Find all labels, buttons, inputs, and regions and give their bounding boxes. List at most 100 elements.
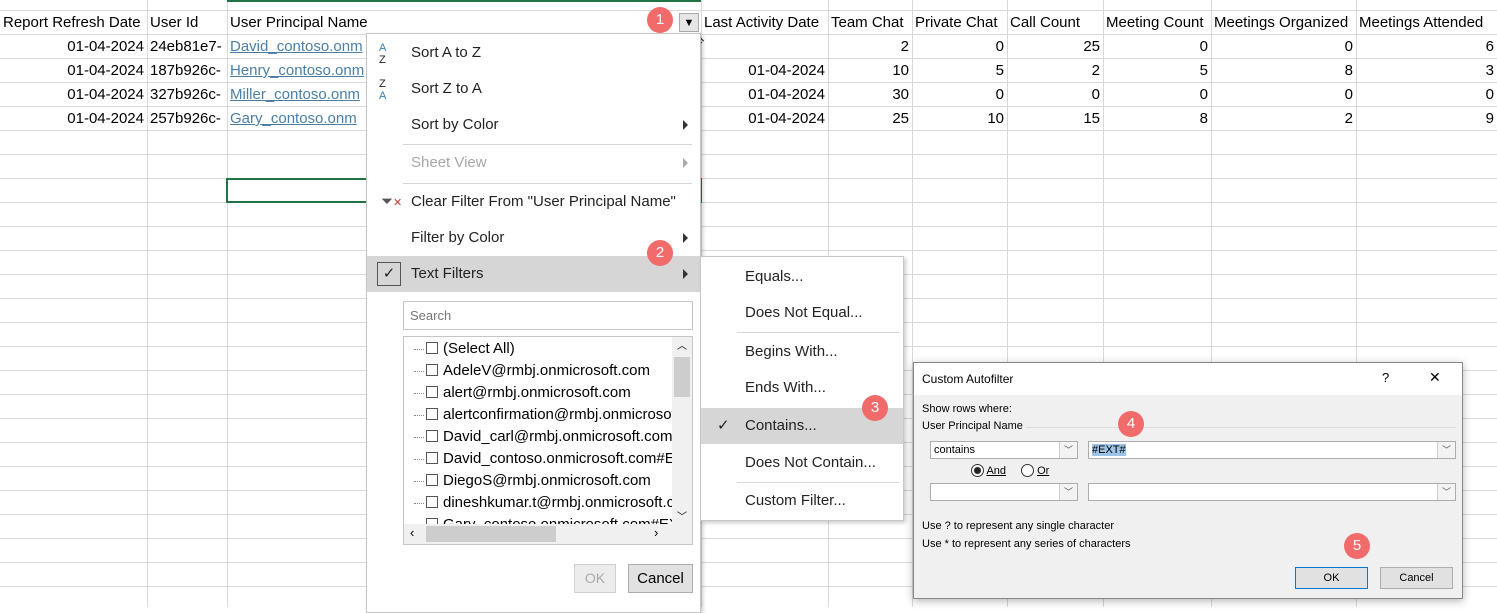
table-cell: 2 [1091,62,1100,79]
checkmark-icon: ✓ [377,262,401,286]
checkbox-icon [426,342,438,354]
value-label: alert@rmbj.onmicrosoft.com [443,384,631,401]
checkbox-icon [426,452,438,464]
value-label: (Select All) [443,340,515,357]
table-cell: 8 [1199,110,1208,127]
value-label: David_contoso.onmicrosoft.com#EXT# [443,450,672,467]
dialog-title: Custom Autofilter [922,372,1014,386]
table-cell: 01-04-2024 [67,86,144,103]
value-checkbox-item[interactable]: David_carl@rmbj.onmicrosoft.com [404,426,672,448]
dialog-ok-button[interactable]: OK [1295,567,1368,589]
equals-option[interactable]: Equals... [701,259,903,295]
step-badge-1: 1 [647,7,673,33]
column-header[interactable]: Meetings Attended [1356,11,1497,35]
step-badge-3: 3 [862,395,888,421]
does-not-equal-option[interactable]: Does Not Equal... [701,295,903,331]
value-checkbox-item[interactable]: alert@rmbj.onmicrosoft.com [404,382,672,404]
close-button[interactable]: ✕ [1429,369,1441,386]
operator1-select[interactable]: contains ﹀ [930,441,1078,459]
table-cell: 327b926c- [150,86,221,103]
value-checkbox-item[interactable]: AdeleV@rmbj.onmicrosoft.com [404,360,672,382]
value2-input[interactable]: ﹀ [1088,483,1456,501]
table-cell: 2 [900,38,909,55]
custom-filter-option[interactable]: Custom Filter... [701,483,903,519]
sheet-view: Sheet View [367,145,700,181]
table-cell: 01-04-2024 [748,110,825,127]
table-cell: 257b926c- [150,110,221,127]
horizontal-scrollbar[interactable]: ‹ › [404,524,692,544]
value-checkbox-item[interactable]: (Select All) [404,338,672,360]
table-cell: 10 [987,110,1004,127]
column-header[interactable]: Team Chat [828,11,912,35]
sort-by-color[interactable]: Sort by Color [367,107,700,143]
column-header[interactable]: Last Activity Date [701,11,828,35]
chevron-down-icon: ﹀ [1059,484,1077,500]
table-cell: 2 [1344,110,1353,127]
table-cell: 10 [892,62,909,79]
dialog-cancel-button[interactable]: Cancel [1380,567,1453,589]
search-input[interactable] [403,301,693,330]
table-cell: 0 [1091,86,1100,103]
table-cell: 0 [995,86,1004,103]
table-cell: 0 [1485,86,1494,103]
operator2-select[interactable]: ﹀ [930,483,1078,501]
sort-za-icon: ZA [379,78,387,102]
and-radio[interactable]: And [971,464,1006,477]
sort-a-to-z[interactable]: A Z Sort A to Z [367,35,700,71]
value1-input[interactable]: #EXT# ﹀ [1088,441,1456,459]
value-label: AdeleV@rmbj.onmicrosoft.com [443,362,650,379]
help-button[interactable]: ? [1382,370,1389,385]
step-badge-5: 5 [1344,533,1370,559]
column-header[interactable]: User Id [147,11,227,35]
dialog-titlebar: Custom Autofilter ? ✕ [914,363,1462,395]
chevron-down-icon: ﹀ [1437,484,1455,500]
table-cell: 0 [1199,86,1208,103]
values-list: (Select All) AdeleV@rmbj.onmicrosoft.com a… [403,336,693,545]
table-cell: 01-04-2024 [67,38,144,55]
table-cell: 5 [1199,62,1208,79]
table-cell: 25 [1083,38,1100,55]
step-badge-4: 4 [1118,411,1144,437]
table-cell: 3 [1485,62,1494,79]
filter-menu: A Z Sort A to Z Z A Sort Z to A Sort by Colo… [366,33,701,613]
table-cell: 9 [1485,110,1494,127]
value-checkbox-item[interactable]: David_contoso.onmicrosoft.com#EXT# [404,448,672,470]
column-header[interactable]: User Principal Name [227,11,677,35]
filter-cancel-button[interactable]: Cancel [628,564,693,593]
column-header[interactable]: Private Chat [912,11,1007,35]
clear-filter[interactable]: ⏷✕ Clear Filter From "User Principal Name… [367,184,700,220]
column-header[interactable]: Meeting Count [1103,11,1211,35]
column-selection-indicator [227,0,701,2]
does-not-contain-option[interactable]: Does Not Contain... [701,445,903,481]
value-checkbox-item[interactable]: DiegoS@rmbj.onmicrosoft.com [404,470,672,492]
hint-single-char: Use ? to represent any single character [922,520,1114,532]
or-radio[interactable]: Or [1021,464,1049,477]
show-rows-label: Show rows where: [922,403,1012,415]
submenu-arrow-icon [683,269,688,279]
clear-filter-icon: ⏷✕ [381,193,403,210]
table-cell: 6 [1485,38,1494,55]
checkbox-icon [426,496,438,508]
table-cell: 01-04-2024 [748,62,825,79]
field-name-label: User Principal Name [922,420,1023,432]
checkmark-icon: ✓ [717,417,730,434]
filter-ok-button[interactable]: OK [574,564,616,593]
checkbox-icon [426,386,438,398]
column-header[interactable]: Call Count [1007,11,1103,35]
table-cell: 187b926c- [150,62,221,79]
vertical-scrollbar[interactable]: ︿ ﹀ [672,337,692,525]
value-label: David_carl@rmbj.onmicrosoft.com [443,428,672,445]
table-cell: 25 [892,110,909,127]
step-badge-2: 2 [647,240,673,266]
column-header[interactable]: Meetings Organized [1211,11,1356,35]
table-cell: 8 [1344,62,1353,79]
begins-with-option[interactable]: Begins With... [701,334,903,370]
sort-z-to-a[interactable]: Z A Sort Z to A [367,71,700,107]
column-header[interactable]: Report Refresh Date [0,11,147,35]
value-checkbox-item[interactable]: alertconfirmation@rmbj.onmicrosoft.com [404,404,672,426]
table-cell: 5 [995,62,1004,79]
value-checkbox-item[interactable]: dineshkumar.t@rmbj.onmicrosoft.com [404,492,672,514]
table-cell: 0 [1344,38,1353,55]
sort-az-icon: AZ [379,42,387,66]
value-label: DiegoS@rmbj.onmicrosoft.com [443,472,651,489]
